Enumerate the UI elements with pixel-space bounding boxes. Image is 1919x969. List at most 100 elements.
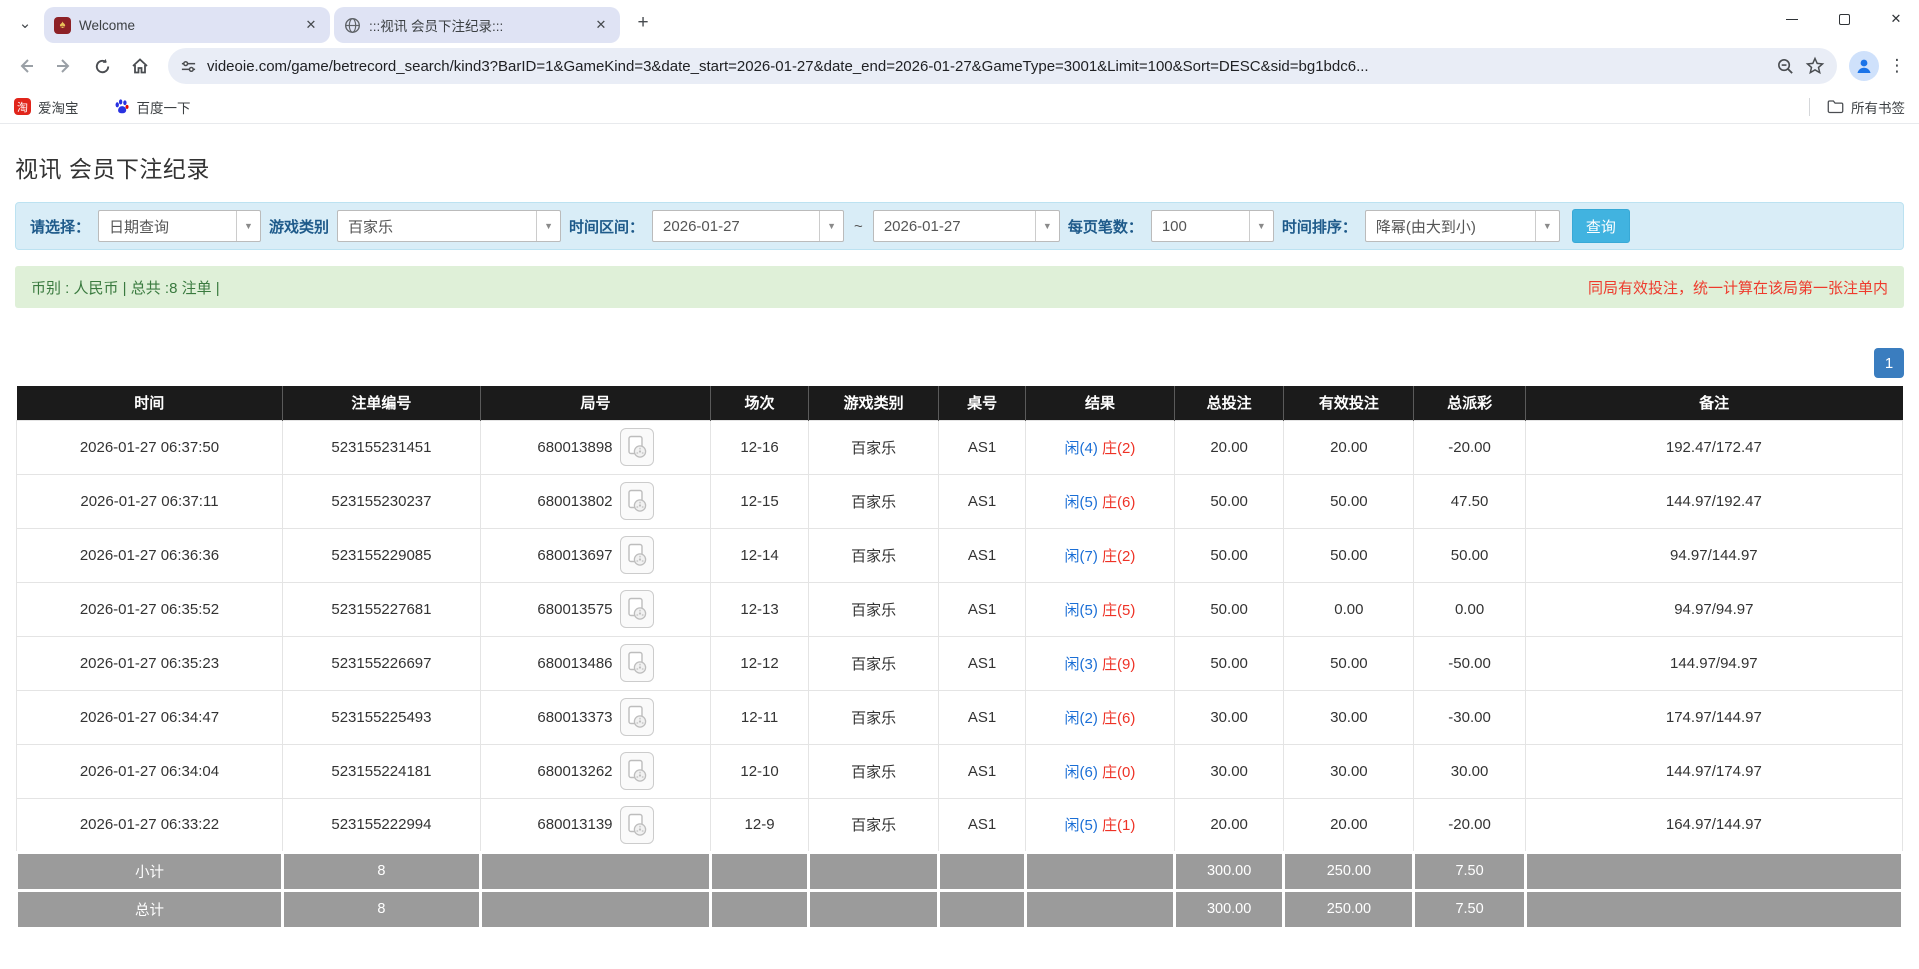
- cell-game-kind: 百家乐: [809, 528, 939, 582]
- forward-arrow-icon: [54, 56, 74, 76]
- cell-session: 12-10: [711, 744, 809, 798]
- round-number: 680013898: [537, 439, 612, 456]
- table-row: 2026-01-27 06:36:36523155229085680013697…: [17, 528, 1903, 582]
- cell-table-no: AS1: [939, 474, 1026, 528]
- cell-valid-bet: 30.00: [1284, 744, 1414, 798]
- video-replay-button[interactable]: [620, 806, 654, 844]
- cell-valid-bet: 0.00: [1284, 582, 1414, 636]
- footer-empty: [939, 852, 1026, 890]
- column-header: 游戏类别: [809, 386, 939, 420]
- per-page-value: 100: [1152, 211, 1249, 241]
- column-header: 场次: [711, 386, 809, 420]
- cell-game-kind: 百家乐: [809, 690, 939, 744]
- table-row: 2026-01-27 06:37:50523155231451680013898…: [17, 420, 1903, 474]
- cell-note: 174.97/144.97: [1525, 690, 1902, 744]
- query-type-select[interactable]: 日期查询 ▼: [98, 210, 261, 242]
- cell-round: 680013486: [480, 636, 710, 690]
- forward-button[interactable]: [48, 50, 80, 82]
- tab-search-button[interactable]: ⌄: [8, 6, 42, 40]
- table-header-row: 时间注单编号局号场次游戏类别桌号结果总投注有效投注总派彩备注: [17, 386, 1903, 420]
- summary-bar: 币别 : 人民币 | 总共 :8 注单 | 同局有效投注，统一计算在该局第一张注…: [15, 266, 1904, 308]
- player-result: 闲(5): [1065, 817, 1098, 834]
- cell-time: 2026-01-27 06:35:23: [17, 636, 283, 690]
- cell-valid-bet: 50.00: [1284, 528, 1414, 582]
- video-replay-button[interactable]: [620, 482, 654, 520]
- game-kind-select[interactable]: 百家乐 ▼: [337, 210, 561, 242]
- cell-bet-id: 523155227681: [282, 582, 480, 636]
- player-result: 闲(4): [1065, 440, 1098, 457]
- cell-game-kind: 百家乐: [809, 582, 939, 636]
- cell-table-no: AS1: [939, 798, 1026, 852]
- cell-payout: 47.50: [1414, 474, 1525, 528]
- film-icon: [627, 651, 647, 675]
- url-bar[interactable]: videoie.com/game/betrecord_search/kind3?…: [168, 48, 1837, 84]
- footer-empty: [809, 890, 939, 928]
- close-icon[interactable]: ✕: [302, 16, 320, 34]
- cell-bet-id: 523155230237: [282, 474, 480, 528]
- reload-icon: [93, 57, 112, 76]
- banker-result: 庄(0): [1102, 764, 1135, 781]
- sort-select[interactable]: 降幂(由大到小) ▼: [1365, 210, 1560, 242]
- column-header: 局号: [480, 386, 710, 420]
- video-replay-button[interactable]: [620, 428, 654, 466]
- minimize-button[interactable]: [1775, 4, 1809, 34]
- back-button[interactable]: [10, 50, 42, 82]
- game-kind-label: 游戏类别: [269, 216, 329, 237]
- profile-avatar[interactable]: [1849, 51, 1879, 81]
- cell-result: 闲(5) 庄(5): [1025, 582, 1174, 636]
- footer-empty: [480, 890, 710, 928]
- close-icon[interactable]: ✕: [592, 16, 610, 34]
- cell-table-no: AS1: [939, 636, 1026, 690]
- banker-result: 庄(6): [1102, 710, 1135, 727]
- close-window-button[interactable]: ✕: [1879, 4, 1913, 34]
- cell-bet-id: 523155226697: [282, 636, 480, 690]
- page-1-button[interactable]: 1: [1874, 348, 1904, 378]
- player-result: 闲(5): [1065, 602, 1098, 619]
- cell-payout: -20.00: [1414, 420, 1525, 474]
- banker-result: 庄(2): [1102, 548, 1135, 565]
- tab-welcome[interactable]: ♠ Welcome ✕: [44, 7, 330, 43]
- cell-bet-id: 523155231451: [282, 420, 480, 474]
- cell-table-no: AS1: [939, 582, 1026, 636]
- video-replay-button[interactable]: [620, 752, 654, 790]
- cell-time: 2026-01-27 06:34:47: [17, 690, 283, 744]
- date-end-input[interactable]: 2026-01-27 ▼: [873, 210, 1060, 242]
- footer-count: 8: [282, 852, 480, 890]
- bookmark-taobao[interactable]: 淘 爱淘宝: [14, 97, 79, 117]
- cell-note: 94.97/94.97: [1525, 582, 1902, 636]
- search-button[interactable]: 查询: [1572, 209, 1630, 243]
- cell-session: 12-14: [711, 528, 809, 582]
- video-replay-button[interactable]: [620, 590, 654, 628]
- cell-payout: -30.00: [1414, 690, 1525, 744]
- cell-bet-id: 523155229085: [282, 528, 480, 582]
- home-button[interactable]: [124, 50, 156, 82]
- bookmark-baidu[interactable]: 百度一下: [113, 97, 191, 117]
- date-start-input[interactable]: 2026-01-27 ▼: [652, 210, 844, 242]
- poker-favicon-icon: ♠: [54, 17, 71, 34]
- new-tab-button[interactable]: +: [628, 8, 658, 38]
- zoom-out-icon[interactable]: [1776, 57, 1795, 76]
- tab-bet-record[interactable]: :::视讯 会员下注纪录::: ✕: [334, 7, 620, 43]
- film-icon: [627, 489, 647, 513]
- game-kind-value: 百家乐: [338, 211, 536, 241]
- reload-button[interactable]: [86, 50, 118, 82]
- player-result: 闲(3): [1065, 656, 1098, 673]
- player-result: 闲(5): [1065, 494, 1098, 511]
- home-icon: [130, 56, 150, 76]
- video-replay-button[interactable]: [620, 698, 654, 736]
- person-icon: [1854, 56, 1874, 76]
- column-header: 备注: [1525, 386, 1902, 420]
- all-bookmarks-button[interactable]: 所有书签: [1809, 97, 1905, 117]
- browser-menu-button[interactable]: ⋮: [1885, 56, 1909, 76]
- footer-total-bet: 300.00: [1174, 890, 1283, 928]
- video-replay-button[interactable]: [620, 644, 654, 682]
- bookmark-star-icon[interactable]: [1805, 56, 1825, 76]
- maximize-button[interactable]: [1827, 4, 1861, 34]
- cell-total-bet: 20.00: [1174, 798, 1283, 852]
- player-result: 闲(2): [1065, 710, 1098, 727]
- per-page-select[interactable]: 100 ▼: [1151, 210, 1274, 242]
- table-row: 2026-01-27 06:33:22523155222994680013139…: [17, 798, 1903, 852]
- video-replay-button[interactable]: [620, 536, 654, 574]
- cell-round: 680013575: [480, 582, 710, 636]
- cell-session: 12-12: [711, 636, 809, 690]
